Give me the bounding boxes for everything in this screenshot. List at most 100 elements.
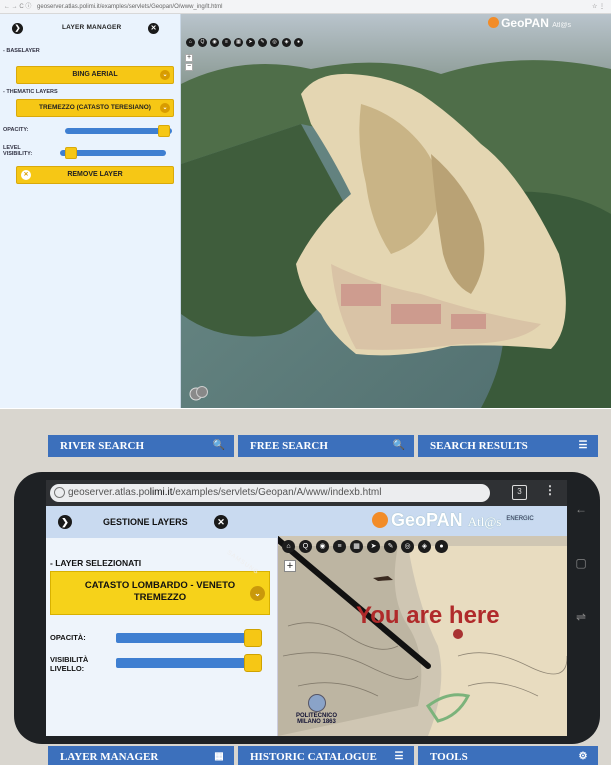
tab-layer-manager[interactable]: LAYER MANAGER ▦ <box>48 746 234 765</box>
visibility-label-line1: VISIBILITÀ <box>50 655 89 664</box>
info-tool-icon[interactable]: ● <box>435 540 448 553</box>
layer-name-line2: TREMEZZO <box>133 592 187 603</box>
tab-count: 3 <box>517 487 522 496</box>
politecnico-seal-icon <box>307 694 326 712</box>
back-forward-icons[interactable]: ← → C ⓘ <box>4 4 31 10</box>
geopan-brand: GeoPAN <box>391 510 463 530</box>
remove-layer-button[interactable]: ✕ REMOVE LAYER <box>16 166 174 184</box>
layer-manager-panel: ❯ LAYER MANAGER ✕ - BASELAYER BING AERIA… <box>0 14 181 408</box>
browser-menu-icon[interactable]: ⋮ <box>544 483 556 497</box>
map-toolbar: ⌂ Q ◉ ≡ ▦ ➤ ✎ ◎ ◈ ● <box>282 540 448 553</box>
map-toolbar: ⌂ Q ◉ ≡ ▦ ➤ ✎ ◎ ◈ ● <box>186 38 303 48</box>
opacity-label: OPACITÀ: <box>50 633 86 642</box>
opacity-slider[interactable] <box>116 629 262 647</box>
level-visibility-label: LEVEL VISIBILITY: <box>3 145 33 157</box>
url-path: /examples/servlets/Geopan/A/www/indexb.h… <box>172 487 382 498</box>
historic-map-view[interactable]: GeoPAN Atl@s ENERGIC ⌂ Q ◉ ≡ ▦ ➤ ✎ ◎ ◈ ●… <box>278 506 567 736</box>
zoom-tool-icon[interactable]: Q <box>299 540 312 553</box>
opacity-slider-handle[interactable] <box>244 629 262 647</box>
layers-tool-icon[interactable]: ◈ <box>282 38 291 47</box>
visibility-label: VISIBILITÀ LIVELLO: <box>50 655 88 673</box>
visibility-slider[interactable] <box>116 654 262 672</box>
level-visibility-slider[interactable] <box>60 147 166 159</box>
location-tool-icon[interactable]: ◎ <box>270 38 279 47</box>
map-header: GeoPAN Atl@s ENERGIC <box>278 506 567 536</box>
zoom-tool-icon[interactable]: Q <box>198 38 207 47</box>
remove-layer-label: REMOVE LAYER <box>67 171 123 178</box>
target-tool-icon[interactable]: ◉ <box>210 38 219 47</box>
globe-icon <box>54 487 65 498</box>
menu-icon: ☰ <box>394 751 404 762</box>
level-visibility-slider-handle[interactable] <box>65 147 77 159</box>
tab-river-search[interactable]: RIVER SEARCH 🔍 <box>48 435 234 457</box>
opacity-slider[interactable] <box>65 125 172 137</box>
navigate-tool-icon[interactable]: ➤ <box>246 38 255 47</box>
browser-address-bar[interactable]: ← → C ⓘ geoserver.atlas.polimi.it/exampl… <box>0 0 611 14</box>
tab-search-results[interactable]: SEARCH RESULTS ☰ <box>418 435 598 457</box>
draw-tool-icon[interactable]: ✎ <box>258 38 267 47</box>
chevron-down-icon: ⌄ <box>160 70 170 80</box>
recents-nav-icon[interactable]: ▢ <box>570 556 592 570</box>
grid-tool-icon[interactable]: ▦ <box>234 38 243 47</box>
selected-layer-select[interactable]: CATASTO LOMBARDO - VENETO TREMEZZO ⌄ <box>50 571 270 615</box>
switch-nav-icon[interactable]: ⇌ <box>570 610 592 624</box>
opacity-label: OPACITY: <box>3 127 29 133</box>
3d-map-view[interactable]: GeoPAN Atl@s ⌂ Q ◉ ≡ ▦ ➤ ✎ ◎ ◈ ● + − <box>181 14 611 408</box>
bottom-tab-bar: LAYER MANAGER ▦ HISTORIC CATALOGUE ☰ TOOLS… <box>48 746 598 765</box>
baselayer-select[interactable]: BING AERIAL ⌄ <box>16 66 174 84</box>
geopan-logo: GeoPAN Atl@s <box>488 16 571 30</box>
thematic-layer-value: TREMEZZO (CATASTO TERESIANO) <box>39 104 151 111</box>
location-tool-icon[interactable]: ◎ <box>401 540 414 553</box>
home-tool-icon[interactable]: ⌂ <box>282 540 295 553</box>
back-button[interactable]: ❯ <box>58 515 72 529</box>
list-icon: ☰ <box>578 440 588 451</box>
visibility-label-line2: LIVELLO: <box>50 664 85 673</box>
opacity-slider-handle[interactable] <box>158 125 170 137</box>
gestione-layers-title: GESTIONE LAYERS <box>103 517 188 527</box>
tab-count-button[interactable]: 3 <box>512 485 527 500</box>
chevron-icon: ❯ <box>61 517 69 527</box>
gestione-layers-header: ❯ GESTIONE LAYERS ✕ <box>46 506 278 538</box>
star-menu-icon[interactable]: ☆ ⋮ <box>592 0 605 14</box>
mobile-address-bar[interactable]: geoserver.atlas.polimi.it/examples/servl… <box>50 484 490 502</box>
atlas-brand: Atl@s <box>467 514 502 529</box>
thematic-layer-select[interactable]: TREMEZZO (CATASTO TERESIANO) ⌄ <box>16 99 174 117</box>
selected-layers-label: - LAYER SELEZIONATI <box>50 558 142 568</box>
baselayer-label: - BASELAYER <box>3 48 40 54</box>
zoom-in-button[interactable]: + <box>284 560 296 572</box>
mobile-browser-bar: geoserver.atlas.polimi.it/examples/servl… <box>46 480 567 506</box>
layer-name-line1: CATASTO LOMBARDO - VENETO <box>84 580 236 591</box>
smartphone: geoserver.atlas.polimi.it/examples/servl… <box>14 472 600 744</box>
home-tool-icon[interactable]: ⌂ <box>186 38 195 47</box>
close-button[interactable]: ✕ <box>148 23 159 34</box>
baselayer-value: BING AERIAL <box>72 71 118 78</box>
compass-icon[interactable] <box>196 386 208 398</box>
visibility-slider-handle[interactable] <box>244 654 262 672</box>
geopan-logo: GeoPAN Atl@s ENERGIC <box>372 510 534 531</box>
info-tool-icon[interactable]: ● <box>294 38 303 47</box>
tab-free-search[interactable]: FREE SEARCH 🔍 <box>238 435 414 457</box>
grid-tool-icon[interactable]: ▦ <box>350 540 363 553</box>
list-tool-icon[interactable]: ≡ <box>333 540 346 553</box>
list-tool-icon[interactable]: ≡ <box>222 38 231 47</box>
layers-tool-icon[interactable]: ◈ <box>418 540 431 553</box>
tab-label: LAYER MANAGER <box>60 751 159 763</box>
top-tab-bar: RIVER SEARCH 🔍 FREE SEARCH 🔍 SEARCH RESULT… <box>48 435 598 457</box>
gear-icon: ⚙ <box>578 751 588 762</box>
tab-historic-catalogue[interactable]: HISTORIC CATALOGUE ☰ <box>238 746 414 765</box>
target-tool-icon[interactable]: ◉ <box>316 540 329 553</box>
gestione-layers-panel: ❯ GESTIONE LAYERS ✕ - LAYER SELEZIONATI … <box>46 506 278 736</box>
zoom-in-button[interactable]: + <box>185 54 193 62</box>
navigate-tool-icon[interactable]: ➤ <box>367 540 380 553</box>
close-button[interactable]: ✕ <box>214 515 228 529</box>
zoom-out-button[interactable]: − <box>185 63 193 71</box>
back-button[interactable]: ❯ <box>12 23 23 34</box>
you-are-here-label: You are here <box>356 602 500 629</box>
draw-tool-icon[interactable]: ✎ <box>384 540 397 553</box>
energic-brand: ENERGIC <box>506 516 534 522</box>
back-nav-icon[interactable]: ← <box>570 502 592 516</box>
aerial-terrain-image <box>181 14 611 408</box>
tab-tools[interactable]: TOOLS ⚙ <box>418 746 598 765</box>
chevron-icon: ❯ <box>14 25 21 32</box>
phone-screen: geoserver.atlas.polimi.it/examples/servl… <box>46 480 567 736</box>
